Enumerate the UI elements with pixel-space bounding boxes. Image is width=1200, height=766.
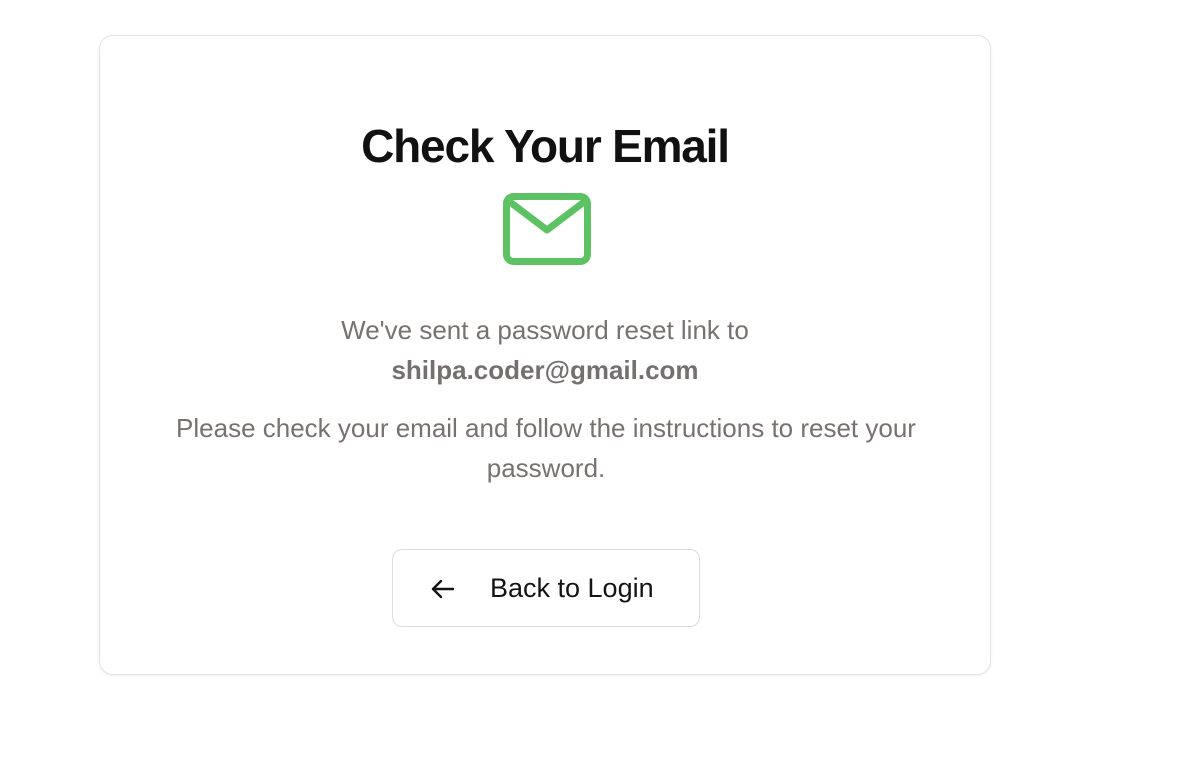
back-to-login-button[interactable]: Back to Login [392,549,700,627]
recipient-email: shilpa.coder@gmail.com [391,355,699,385]
reset-confirmation-card: Check Your Email We've sent a password r… [99,35,991,675]
back-to-login-label: Back to Login [490,573,654,603]
instructions-text: Please check your email and follow the i… [176,413,916,483]
sent-message: We've sent a password reset link to [341,315,749,345]
arrow-left-icon [430,576,456,602]
page-title: Check Your Email [361,120,730,172]
mail-icon [503,193,591,265]
